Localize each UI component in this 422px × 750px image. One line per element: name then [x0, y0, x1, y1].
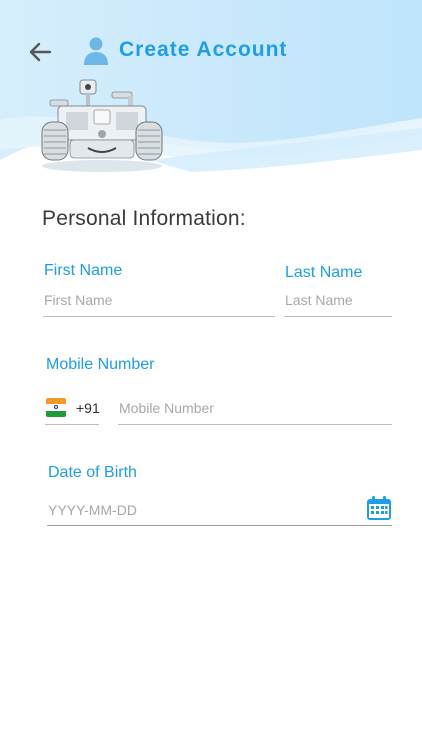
page-title: Create Account	[119, 38, 288, 61]
arrow-left-icon	[29, 42, 52, 62]
last-name-input[interactable]	[285, 290, 389, 310]
india-flag-icon	[46, 398, 66, 417]
header: Create Account	[0, 0, 422, 185]
last-name-underline	[284, 316, 392, 317]
country-code-underline	[45, 424, 99, 425]
first-name-label: First Name	[44, 262, 123, 279]
mobile-number-label: Mobile Number	[46, 356, 155, 373]
mobile-number-input[interactable]	[119, 398, 387, 418]
date-of-birth-label: Date of Birth	[48, 464, 137, 481]
country-code[interactable]: +91	[76, 400, 100, 416]
robot-illustration	[41, 79, 163, 172]
first-name-underline	[43, 316, 275, 317]
mobile-number-underline	[118, 424, 392, 425]
last-name-label: Last Name	[285, 264, 363, 281]
calendar-icon[interactable]	[366, 495, 392, 521]
user-icon	[84, 37, 108, 65]
first-name-input[interactable]	[44, 290, 272, 310]
date-of-birth-input[interactable]	[48, 500, 348, 520]
date-of-birth-underline	[47, 525, 392, 526]
back-button[interactable]	[24, 36, 56, 68]
section-title: Personal Information:	[42, 207, 246, 230]
